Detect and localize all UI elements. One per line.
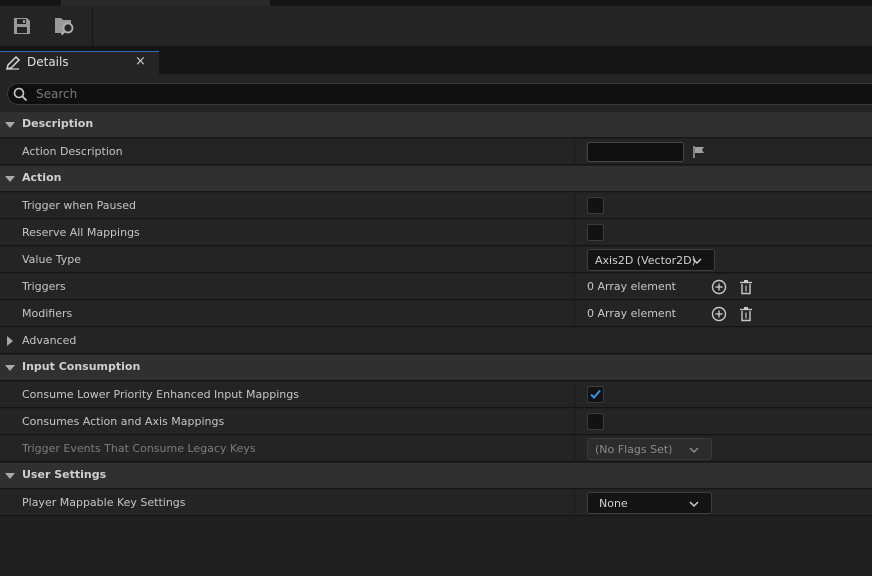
toolbar xyxy=(0,6,872,46)
column-splitter[interactable] xyxy=(574,382,575,408)
property-row-reserve-all-mappings: Reserve All Mappings xyxy=(0,220,872,246)
add-element-icon[interactable] xyxy=(711,306,727,322)
expand-arrow-icon xyxy=(5,176,15,182)
pencil-icon xyxy=(5,55,21,71)
advanced-label: Advanced xyxy=(22,334,77,347)
save-button[interactable] xyxy=(7,12,37,40)
trigger-events-selected: (No Flags Set) xyxy=(595,443,673,456)
player-mappable-dropdown[interactable]: None xyxy=(587,492,712,514)
property-label: Triggers xyxy=(22,280,66,293)
property-row-consumes-action-axis: Consumes Action and Axis Mappings xyxy=(0,409,872,435)
category-user-settings[interactable]: User Settings xyxy=(0,463,872,489)
modifiers-count: 0 Array element xyxy=(587,307,676,320)
search-bar: Search xyxy=(0,74,872,112)
reserve-all-mappings-checkbox[interactable] xyxy=(587,224,604,241)
search-placeholder: Search xyxy=(36,87,78,101)
player-mappable-selected: None xyxy=(599,497,628,510)
delete-all-icon[interactable] xyxy=(738,306,754,322)
column-splitter[interactable] xyxy=(574,409,575,435)
category-action[interactable]: Action xyxy=(0,166,872,192)
chevron-down-icon xyxy=(689,447,699,454)
expand-arrow-icon xyxy=(5,122,15,128)
category-title: Action xyxy=(22,171,62,184)
property-row-advanced[interactable]: Advanced xyxy=(0,328,872,354)
close-tab-button[interactable]: × xyxy=(135,54,146,69)
property-label: Trigger when Paused xyxy=(22,199,136,212)
category-title: User Settings xyxy=(22,468,107,481)
tab-bar: Details × xyxy=(0,46,872,74)
search-input[interactable]: Search xyxy=(7,83,872,105)
expand-arrow-icon xyxy=(5,473,15,479)
browse-to-asset-button[interactable] xyxy=(50,12,80,40)
column-splitter[interactable] xyxy=(574,247,575,273)
column-splitter[interactable] xyxy=(574,139,575,165)
property-row-trigger-when-paused: Trigger when Paused xyxy=(0,193,872,219)
category-description[interactable]: Description xyxy=(0,112,872,138)
property-row-player-mappable: Player Mappable Key Settings None xyxy=(0,490,872,516)
property-label: Consumes Action and Axis Mappings xyxy=(22,415,225,428)
checkmark-icon xyxy=(590,389,601,399)
triggers-count: 0 Array element xyxy=(587,280,676,293)
category-title: Input Consumption xyxy=(22,360,141,373)
column-splitter[interactable] xyxy=(574,301,575,327)
property-label: Action Description xyxy=(22,145,123,158)
tab-title: Details xyxy=(27,55,69,69)
property-row-action-description: Action Description xyxy=(0,139,872,165)
add-element-icon[interactable] xyxy=(711,279,727,295)
toolbar-separator xyxy=(92,8,93,46)
chevron-down-icon xyxy=(689,501,699,508)
tab-details[interactable]: Details × xyxy=(0,51,159,74)
column-splitter[interactable] xyxy=(574,274,575,300)
chevron-down-icon xyxy=(692,258,702,265)
column-splitter[interactable] xyxy=(574,436,575,462)
category-title: Description xyxy=(22,117,94,130)
details-panel: Search Description Action Description Ac… xyxy=(0,74,872,576)
property-row-trigger-events-legacy: Trigger Events That Consume Legacy Keys … xyxy=(0,436,872,462)
trigger-when-paused-checkbox[interactable] xyxy=(587,197,604,214)
property-label: Player Mappable Key Settings xyxy=(22,496,186,509)
value-type-selected: Axis2D (Vector2D) xyxy=(595,254,696,267)
trigger-events-legacy-dropdown[interactable]: (No Flags Set) xyxy=(587,438,712,460)
property-row-consume-lower-priority: Consume Lower Priority Enhanced Input Ma… xyxy=(0,382,872,408)
expand-arrow-icon xyxy=(5,365,15,371)
action-description-input[interactable] xyxy=(587,142,684,162)
consume-lower-priority-checkbox[interactable] xyxy=(587,386,604,403)
property-label: Trigger Events That Consume Legacy Keys xyxy=(22,442,256,455)
column-splitter[interactable] xyxy=(574,490,575,516)
browse-to-asset-icon xyxy=(55,18,74,36)
consumes-action-axis-checkbox[interactable] xyxy=(587,413,604,430)
search-icon xyxy=(13,87,28,102)
column-splitter[interactable] xyxy=(574,220,575,246)
column-splitter[interactable] xyxy=(574,193,575,219)
property-row-value-type: Value Type Axis2D (Vector2D) xyxy=(0,247,872,273)
category-input-consumption[interactable]: Input Consumption xyxy=(0,355,872,381)
property-row-triggers: Triggers 0 Array element xyxy=(0,274,872,300)
property-label: Reserve All Mappings xyxy=(22,226,140,239)
property-row-modifiers: Modifiers 0 Array element xyxy=(0,301,872,327)
value-type-dropdown[interactable]: Axis2D (Vector2D) xyxy=(587,249,715,271)
delete-all-icon[interactable] xyxy=(738,279,754,295)
property-label: Value Type xyxy=(22,253,81,266)
localization-flag-icon[interactable] xyxy=(692,145,706,159)
property-label: Modifiers xyxy=(22,307,73,320)
save-icon xyxy=(14,18,30,34)
expand-arrow-icon[interactable] xyxy=(7,336,13,346)
property-label: Consume Lower Priority Enhanced Input Ma… xyxy=(22,388,299,401)
